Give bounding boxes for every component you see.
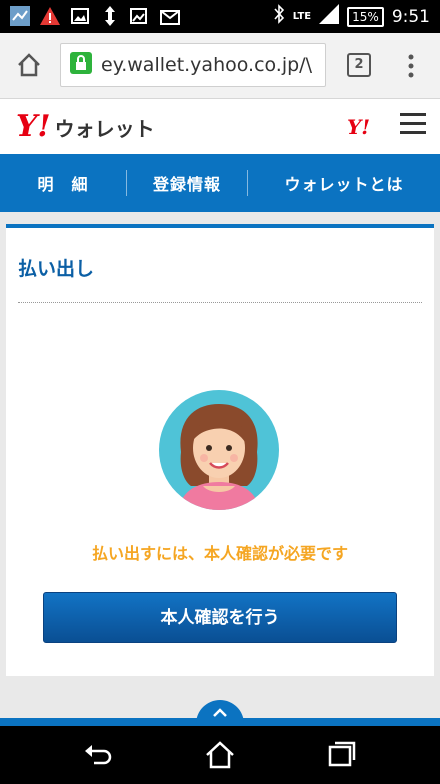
status-bar: LTE 15% 9:51: [0, 0, 440, 33]
network-type: LTE: [292, 11, 312, 22]
bluetooth-icon: [273, 4, 285, 29]
logo-mark: Y!: [16, 109, 51, 144]
clock: 9:51: [391, 6, 430, 27]
back-icon[interactable]: [82, 739, 114, 771]
yahoo-wallet-logo[interactable]: Y! ウォレット: [16, 109, 155, 144]
notification-icons: [8, 4, 182, 28]
verification-required-message: 払い出すには、本人確認が必要です: [91, 544, 348, 563]
chevron-up-icon: [212, 703, 228, 722]
system-status: LTE 15% 9:51: [273, 4, 430, 29]
signal-icon: [319, 4, 340, 29]
nav-item-details[interactable]: 明 細: [0, 171, 126, 195]
browser-toolbar: ey.wallet.yahoo.co.jp/\ 2: [0, 33, 440, 99]
home-key-icon[interactable]: [204, 739, 236, 771]
warning-icon: [38, 4, 62, 28]
app-notification-icon: [8, 4, 32, 28]
page-title: 払い出し: [18, 258, 95, 280]
nav-item-about-wallet[interactable]: ウォレットとは: [248, 171, 440, 195]
home-icon[interactable]: [16, 52, 42, 82]
content-card: 払い出し 払い出すには、本人確認が必要です 本人確認を行う: [6, 224, 434, 676]
image-icon: [68, 4, 92, 28]
sync-arrows-icon: [98, 4, 122, 28]
yahoo-top-link[interactable]: Y!: [347, 115, 370, 139]
user-avatar-illustration: [159, 390, 279, 510]
logo-text: ウォレット: [54, 117, 155, 141]
tab-switcher-button[interactable]: 2: [347, 53, 371, 77]
verify-identity-button[interactable]: 本人確認を行う: [43, 592, 397, 643]
mail-icon: [158, 4, 182, 28]
nav-item-registration[interactable]: 登録情報: [127, 171, 247, 195]
global-nav: 明 細 登録情報 ウォレットとは: [0, 154, 440, 212]
battery-indicator: 15%: [347, 6, 384, 27]
hamburger-menu-icon[interactable]: [400, 113, 426, 137]
lock-icon: [69, 51, 93, 79]
recent-apps-icon[interactable]: [326, 739, 358, 771]
android-nav-bar: [0, 726, 440, 784]
url-text: ey.wallet.yahoo.co.jp/\: [101, 54, 312, 76]
image-edit-icon: [128, 4, 152, 28]
overflow-menu-icon[interactable]: [408, 54, 414, 82]
site-header: Y! ウォレット Y!: [0, 99, 440, 154]
title-divider: [18, 302, 422, 303]
address-bar[interactable]: ey.wallet.yahoo.co.jp/\: [60, 43, 326, 87]
